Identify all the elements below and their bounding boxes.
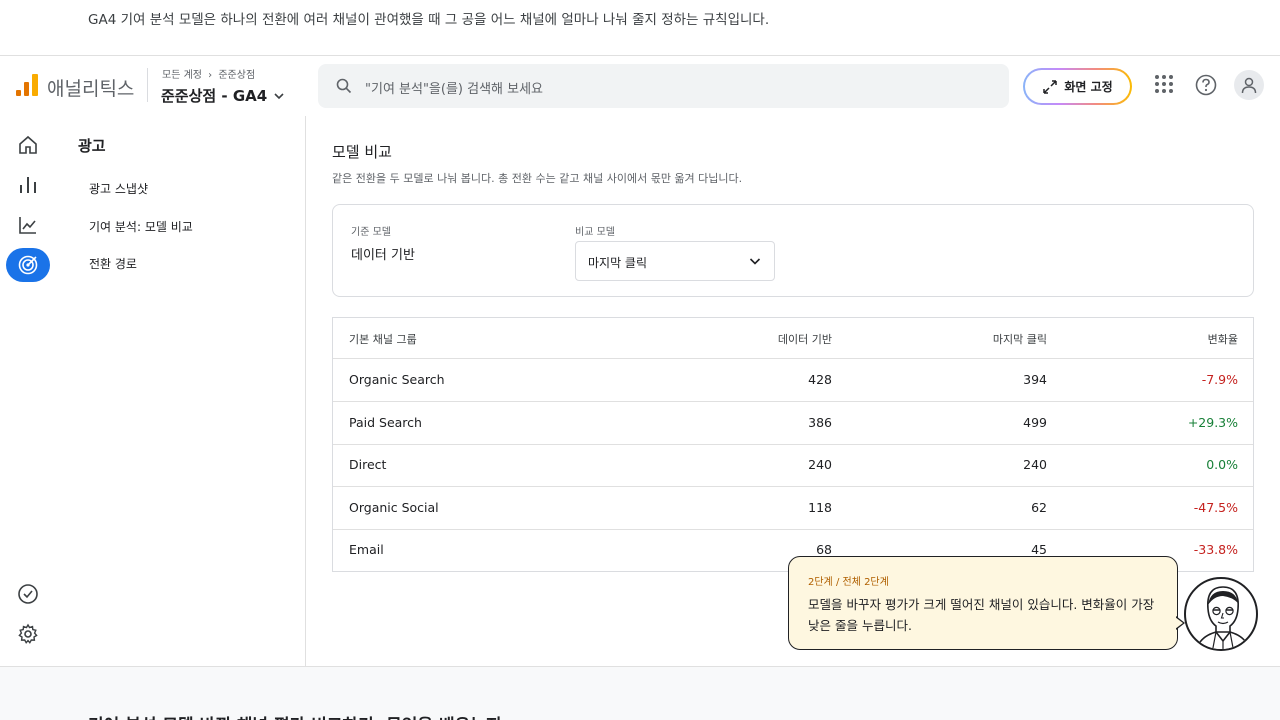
channel-cell: Organic Social — [349, 500, 439, 515]
guide-message: 모델을 바꾸자 평가가 크게 떨어진 채널이 있습니다. 변화율이 가장 낮은 … — [808, 597, 1155, 633]
table-row[interactable]: Organic Social 118 62 -47.5% — [333, 487, 1253, 530]
last-click-cell: 499 — [1023, 415, 1047, 430]
explore-icon — [19, 217, 36, 234]
breadcrumb-separator-icon: › — [208, 70, 213, 81]
last-click-cell: 240 — [1023, 457, 1047, 472]
property-name: 준준상점 - GA4 — [161, 87, 268, 105]
guide-step-indicator: 2단계 / 전체 2단계 — [808, 577, 889, 588]
reports-icon — [20, 177, 36, 193]
chevron-down-icon — [749, 258, 761, 265]
breadcrumb[interactable]: 모든 계정 › 준준상점 — [162, 66, 255, 81]
subnav-panel: 광고 광고 스냅샷 기여 분석: 모델 비교 전환 경로 — [56, 116, 306, 666]
channel-cell: Organic Search — [349, 372, 445, 387]
sidebar-item-settings[interactable] — [8, 617, 48, 651]
search-input[interactable]: "기여 분석"을(를) 검색해 보세요 — [365, 78, 543, 97]
data-driven-cell: 386 — [808, 415, 832, 430]
model-selector-card: 기준 모델 데이터 기반 비교 모델 마지막 클릭 — [332, 204, 1254, 297]
page-subtitle: 같은 전환을 두 모델로 나눠 봅니다. 총 전환 수는 같고 채널 사이에서 … — [332, 172, 743, 185]
data-driven-cell: 118 — [808, 500, 832, 515]
search-bar[interactable]: "기여 분석"을(를) 검색해 보세요 — [318, 64, 1009, 108]
pin-screen-button[interactable]: 화면 고정 — [1023, 68, 1132, 105]
subnav-item-conversion-paths[interactable]: 전환 경로 — [89, 255, 137, 272]
channel-cell: Direct — [349, 457, 387, 472]
search-icon — [336, 78, 352, 94]
breadcrumb-account: 준준상점 — [218, 70, 256, 81]
subnav-title: 광고 — [78, 137, 106, 155]
model-comparison-table: 기본 채널 그룹 데이터 기반 마지막 클릭 변화율 Organic Searc… — [332, 317, 1254, 572]
help-icon[interactable] — [1195, 74, 1217, 96]
header-last-click[interactable]: 마지막 클릭 — [993, 331, 1047, 347]
apps-grid-icon[interactable] — [1154, 74, 1174, 94]
page-title: 모델 비교 — [332, 143, 392, 161]
compare-model-label: 비교 모델 — [575, 227, 615, 238]
expand-icon — [1043, 79, 1058, 94]
compare-model-value: 마지막 클릭 — [588, 256, 648, 270]
last-click-cell: 45 — [1031, 542, 1047, 557]
last-click-cell: 62 — [1031, 500, 1047, 515]
analytics-logo-icon[interactable] — [16, 74, 38, 96]
chevron-down-icon — [274, 92, 284, 99]
account-avatar[interactable] — [1234, 70, 1264, 100]
compare-model-dropdown[interactable]: 마지막 클릭 — [575, 241, 775, 281]
data-driven-cell: 68 — [816, 542, 832, 557]
data-driven-cell: 240 — [808, 457, 832, 472]
lesson-intro-text: GA4 기여 분석 모델은 하나의 전환에 여러 채널이 관여했을 때 그 공을… — [88, 12, 770, 28]
lesson-footer: 기여 분석 모델 바꿔 채널 평가 비교하기, 무엇을 배우는지 — [0, 666, 1280, 720]
change-rate-cell: -7.9% — [1201, 372, 1238, 387]
last-click-cell: 394 — [1023, 372, 1047, 387]
header-change-rate[interactable]: 변화율 — [1208, 331, 1238, 347]
change-rate-cell: 0.0% — [1206, 457, 1238, 472]
data-driven-cell: 428 — [808, 372, 832, 387]
header-data-driven[interactable]: 데이터 기반 — [778, 331, 832, 347]
sidebar-item-home[interactable] — [8, 128, 48, 162]
sidebar-item-reports[interactable] — [8, 168, 48, 202]
table-header-row: 기본 채널 그룹 데이터 기반 마지막 클릭 변화율 — [333, 318, 1253, 359]
account-icon — [1241, 77, 1257, 94]
property-selector[interactable]: 준준상점 - GA4 — [161, 85, 285, 106]
change-rate-cell: -47.5% — [1193, 500, 1238, 515]
home-icon — [19, 135, 37, 154]
admin-check-icon — [18, 584, 38, 604]
guide-speech-bubble: 2단계 / 전체 2단계 모델을 바꾸자 평가가 크게 떨어진 채널이 있습니다… — [788, 556, 1178, 650]
pin-screen-label: 화면 고정 — [1064, 80, 1113, 94]
breadcrumb-root: 모든 계정 — [162, 70, 202, 81]
sidebar-item-advertising[interactable] — [6, 248, 50, 282]
sidebar-item-check[interactable] — [8, 577, 48, 611]
sidebar-item-explore[interactable] — [8, 208, 48, 242]
table-row[interactable]: Organic Search 428 394 -7.9% — [333, 359, 1253, 402]
base-model-value: 데이터 기반 — [351, 248, 415, 263]
channel-cell: Paid Search — [349, 415, 422, 430]
advertising-icon — [18, 255, 38, 275]
change-rate-cell: -33.8% — [1193, 542, 1238, 557]
subnav-item-ad-snapshot[interactable]: 광고 스냅샷 — [89, 180, 148, 197]
settings-icon — [18, 623, 38, 644]
app-name[interactable]: 애널리틱스 — [47, 74, 134, 101]
base-model-label: 기준 모델 — [351, 227, 391, 238]
change-rate-cell: +29.3% — [1187, 415, 1238, 430]
lesson-footer-heading: 기여 분석 모델 바꿔 채널 평가 비교하기, 무엇을 배우는지 — [88, 711, 502, 720]
guide-avatar — [1184, 577, 1258, 651]
lesson-intro-banner: GA4 기여 분석 모델은 하나의 전환에 여러 채널이 관여했을 때 그 공을… — [0, 0, 1280, 56]
table-row[interactable]: Paid Search 386 499 +29.3% — [333, 402, 1253, 445]
subnav-item-model-comparison[interactable]: 기여 분석: 모델 비교 — [89, 218, 193, 235]
channel-cell: Email — [349, 542, 384, 557]
table-row[interactable]: Direct 240 240 0.0% — [333, 445, 1253, 487]
bubble-tail-fill — [1175, 617, 1183, 629]
app-header: 애널리틱스 모든 계정 › 준준상점 준준상점 - GA4 "기여 분석"을(를… — [0, 56, 1280, 116]
header-channel-group[interactable]: 기본 채널 그룹 — [349, 331, 417, 347]
header-divider — [147, 68, 148, 102]
sidebar-rail — [0, 116, 56, 666]
